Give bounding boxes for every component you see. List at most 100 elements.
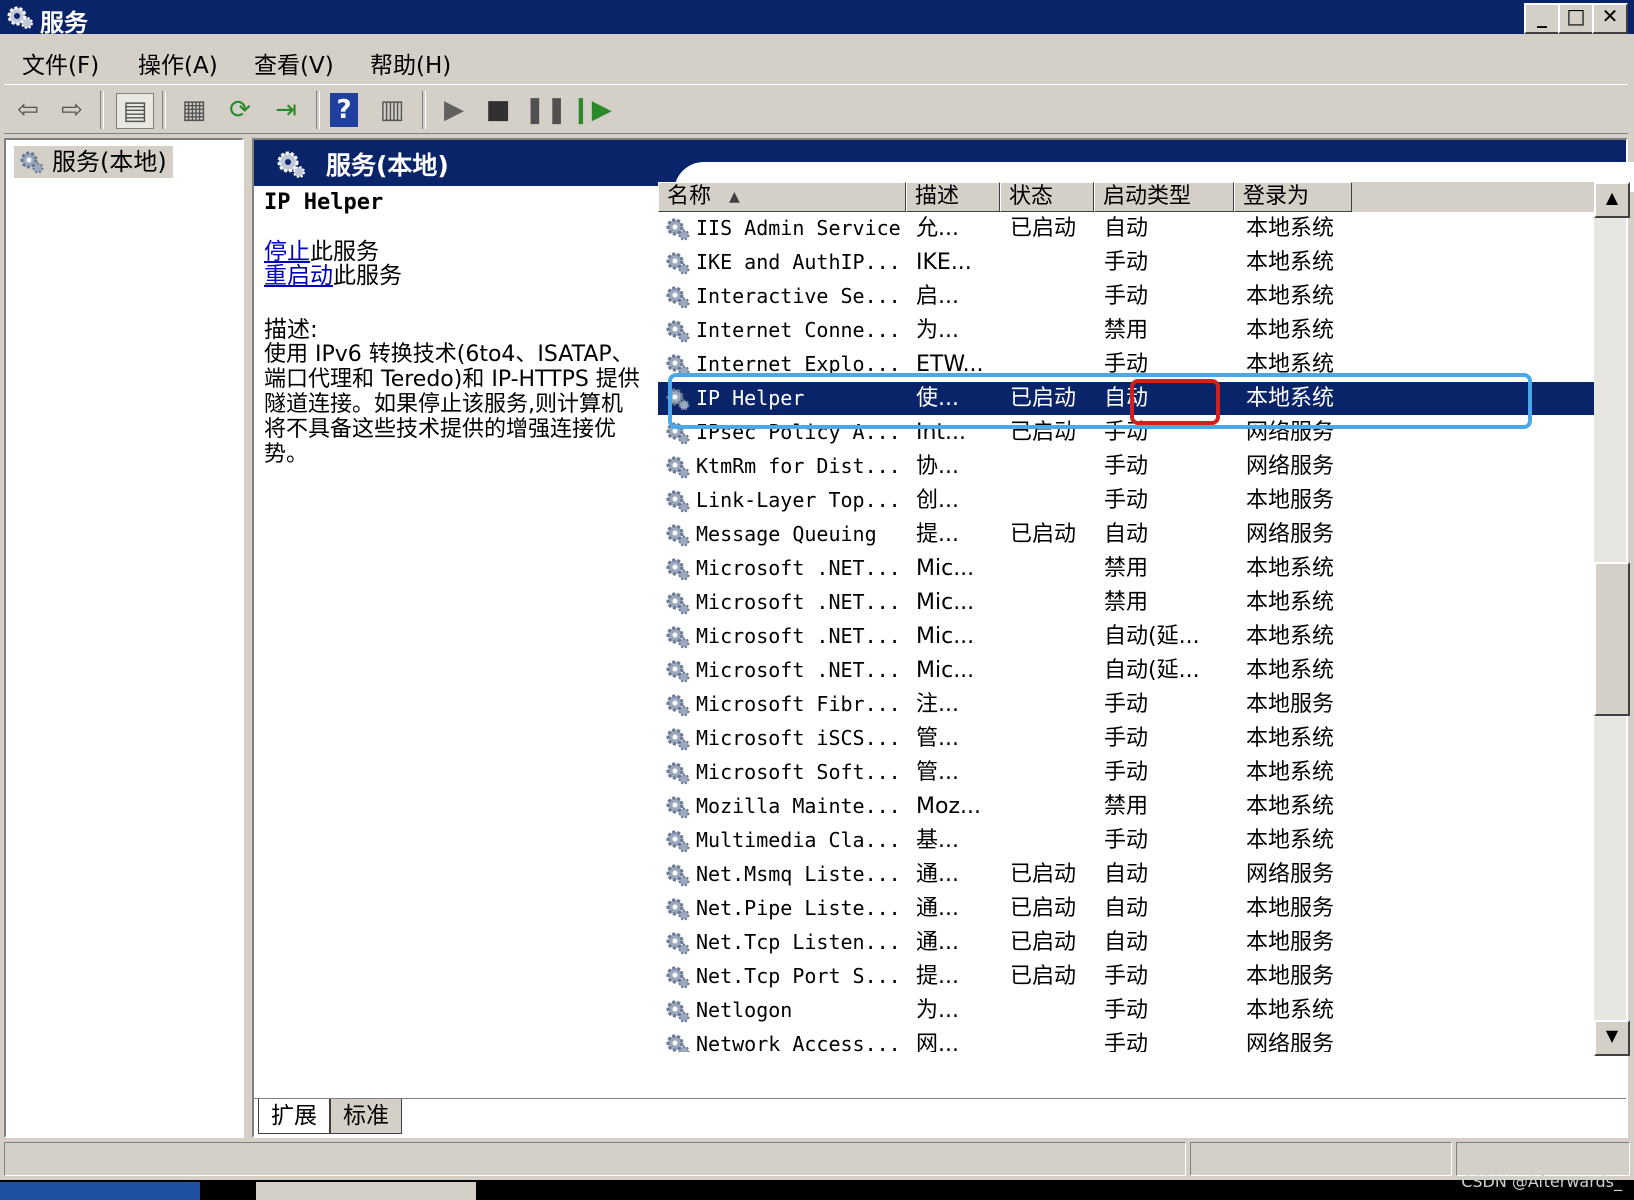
scroll-down-arrow-icon[interactable]: ▼ — [1594, 1020, 1630, 1056]
table-row[interactable]: Net.Tcp Listen... 通... 已启动 自动 本地服务 — [658, 926, 1598, 959]
taskbar-strip — [0, 1180, 1634, 1200]
table-row[interactable]: Microsoft .NET... Mic... 禁用 本地系统 — [658, 552, 1598, 585]
table-row[interactable]: Microsoft .NET... Mic... 禁用 本地系统 — [658, 586, 1598, 619]
tab-extended[interactable]: 扩展 — [258, 1099, 330, 1134]
service-description-cell: 允... — [916, 216, 959, 241]
toolbar: ⇦ ⇨ ▤ ▦ ⟳ ⇥ ? ▥ ▶ ■ ❚❚ ❙▶ — [4, 84, 1628, 134]
service-gear-icon — [664, 896, 690, 922]
stop-service-icon[interactable]: ■ — [480, 93, 516, 127]
tree-item-label: 服务(本地) — [52, 148, 167, 176]
service-logon-cell: 本地系统 — [1246, 216, 1335, 241]
service-description-panel: IP Helper 停止此服务 重启动此服务 描述: 使用 IPv6 转换技术(… — [264, 190, 649, 1050]
service-gear-icon — [664, 862, 690, 888]
restart-service-link[interactable]: 重启动 — [264, 263, 333, 289]
column-header-description[interactable]: 描述 — [906, 182, 1000, 212]
service-name-cell: Multimedia Cla... — [696, 828, 901, 852]
menu-file[interactable]: 文件(F) — [22, 46, 99, 80]
pause-service-icon[interactable]: ❚❚ — [524, 93, 568, 127]
table-row[interactable]: Internet Conne... 为... 禁用 本地系统 — [658, 314, 1598, 347]
description-text: 使用 IPv6 转换技术(6to4、ISATAP、端口代理和 Teredo)和 … — [264, 342, 640, 467]
service-startup-type-cell: 手动 — [1104, 964, 1149, 989]
service-description-cell: 通... — [916, 862, 959, 887]
back-arrow-icon[interactable]: ⇦ — [10, 93, 46, 127]
table-row[interactable]: Netlogon 为... 手动 本地系统 — [658, 994, 1598, 1027]
service-logon-cell: 本地服务 — [1246, 930, 1335, 955]
service-description-cell: 创... — [916, 488, 959, 513]
start-service-icon[interactable]: ▶ — [436, 93, 472, 127]
close-button[interactable]: ✕ — [1592, 3, 1628, 34]
column-header-startup-type[interactable]: 启动类型 — [1094, 182, 1234, 212]
forward-arrow-icon[interactable]: ⇨ — [54, 93, 90, 127]
taskbar-start-area[interactable] — [0, 1182, 200, 1200]
table-row[interactable]: Net.Tcp Port S... 提... 已启动 手动 本地服务 — [658, 960, 1598, 993]
action-pane-icon[interactable]: ▥ — [374, 93, 410, 127]
table-row[interactable]: Link-Layer Top... 创... 手动 本地服务 — [658, 484, 1598, 517]
service-logon-cell: 网络服务 — [1246, 522, 1335, 547]
service-startup-type-cell: 禁用 — [1104, 556, 1149, 581]
view-tabs: 扩展 标准 — [254, 1098, 1626, 1136]
service-startup-type-cell: 禁用 — [1104, 590, 1149, 615]
service-description-cell: IKE... — [916, 250, 972, 275]
maximize-button[interactable]: □ — [1558, 3, 1594, 34]
service-description-cell: 注... — [916, 692, 959, 717]
table-row[interactable]: Mozilla Mainte... Moz... 禁用 本地系统 — [658, 790, 1598, 823]
tab-standard[interactable]: 标准 — [330, 1099, 402, 1134]
table-row[interactable]: IIS Admin Service 允... 已启动 自动 本地系统 — [658, 212, 1598, 245]
menu-view[interactable]: 查看(V) — [254, 46, 334, 80]
scroll-up-arrow-icon[interactable]: ▲ — [1594, 182, 1630, 218]
refresh-icon[interactable]: ⟳ — [222, 93, 258, 127]
table-row[interactable]: Microsoft Fibr... 注... 手动 本地服务 — [658, 688, 1598, 721]
highlight-selected-row — [668, 373, 1532, 429]
menu-help[interactable]: 帮助(H) — [370, 46, 451, 80]
stop-service-link[interactable]: 停止 — [264, 239, 310, 265]
menu-bar: 文件(F) 操作(A) 查看(V) 帮助(H) — [4, 40, 1628, 80]
service-name-cell: Net.Tcp Port S... — [696, 964, 901, 988]
export-list-icon[interactable]: ⇥ — [268, 93, 304, 127]
restart-service-icon[interactable]: ❙▶ — [570, 93, 612, 127]
column-name-label: 名称 — [667, 184, 712, 209]
table-row[interactable]: Net.Pipe Liste... 通... 已启动 自动 本地服务 — [658, 892, 1598, 925]
table-row[interactable]: Interactive Se... 启... 手动 本地系统 — [658, 280, 1598, 313]
service-name-cell: Link-Layer Top... — [696, 488, 901, 512]
table-row[interactable]: Multimedia Cla... 基... 手动 本地系统 — [658, 824, 1598, 857]
column-header-logon-as[interactable]: 登录为 — [1234, 182, 1352, 212]
table-row[interactable]: Microsoft .NET... Mic... 自动(延... 本地系统 — [658, 654, 1598, 687]
service-name-cell: Net.Tcp Listen... — [696, 930, 901, 954]
table-row[interactable]: Microsoft iSCS... 管... 手动 本地系统 — [658, 722, 1598, 755]
table-row[interactable]: Network Access... 网... 手动 网络服务 — [658, 1028, 1598, 1052]
console-tree: 服务(本地) — [4, 138, 244, 1138]
menu-action[interactable]: 操作(A) — [138, 46, 218, 80]
table-row[interactable]: Microsoft Soft... 管... 手动 本地系统 — [658, 756, 1598, 789]
service-logon-cell: 本地系统 — [1246, 828, 1335, 853]
taskbar-window-button[interactable] — [256, 1182, 476, 1200]
column-header-status[interactable]: 状态 — [1000, 182, 1094, 212]
service-name-cell: Mozilla Mainte... — [696, 794, 901, 818]
table-row[interactable]: IKE and AuthIP... IKE... 手动 本地系统 — [658, 246, 1598, 279]
scroll-thumb[interactable] — [1594, 562, 1630, 716]
window-title: 服务 — [40, 9, 88, 37]
column-header-name[interactable]: 名称 ▲ — [658, 182, 906, 212]
help-icon[interactable]: ? — [330, 93, 358, 127]
service-name-cell: Microsoft Soft... — [696, 760, 901, 784]
service-logon-cell: 网络服务 — [1246, 454, 1335, 479]
service-logon-cell: 本地系统 — [1246, 658, 1335, 683]
minimize-button[interactable]: _ — [1524, 3, 1560, 34]
properties-icon[interactable]: ▦ — [176, 93, 212, 127]
service-status-cell: 已启动 — [1010, 216, 1077, 241]
service-gear-icon — [664, 522, 690, 548]
service-name-cell: Interactive Se... — [696, 284, 901, 308]
tree-item-services-local[interactable]: 服务(本地) — [14, 146, 173, 178]
services-list: 名称 ▲ 描述 状态 启动类型 登录为 IIS Admin Service 允..… — [658, 182, 1626, 1052]
table-row[interactable]: Microsoft .NET... Mic... 自动(延... 本地系统 — [658, 620, 1598, 653]
highlight-startup-type — [1130, 379, 1220, 425]
show-console-tree-icon[interactable]: ▤ — [116, 93, 154, 129]
pane-title: 服务(本地) — [326, 151, 449, 180]
toolbar-separator — [316, 91, 320, 129]
service-name-cell: Microsoft .NET... — [696, 658, 901, 682]
vertical-scrollbar[interactable]: ▲ ▼ — [1594, 182, 1630, 1056]
service-gear-icon — [664, 216, 690, 242]
table-row[interactable]: Message Queuing 提... 已启动 自动 网络服务 — [658, 518, 1598, 551]
table-row[interactable]: KtmRm for Dist... 协... 手动 网络服务 — [658, 450, 1598, 483]
service-gear-icon — [664, 998, 690, 1024]
table-row[interactable]: Net.Msmq Liste... 通... 已启动 自动 网络服务 — [658, 858, 1598, 891]
